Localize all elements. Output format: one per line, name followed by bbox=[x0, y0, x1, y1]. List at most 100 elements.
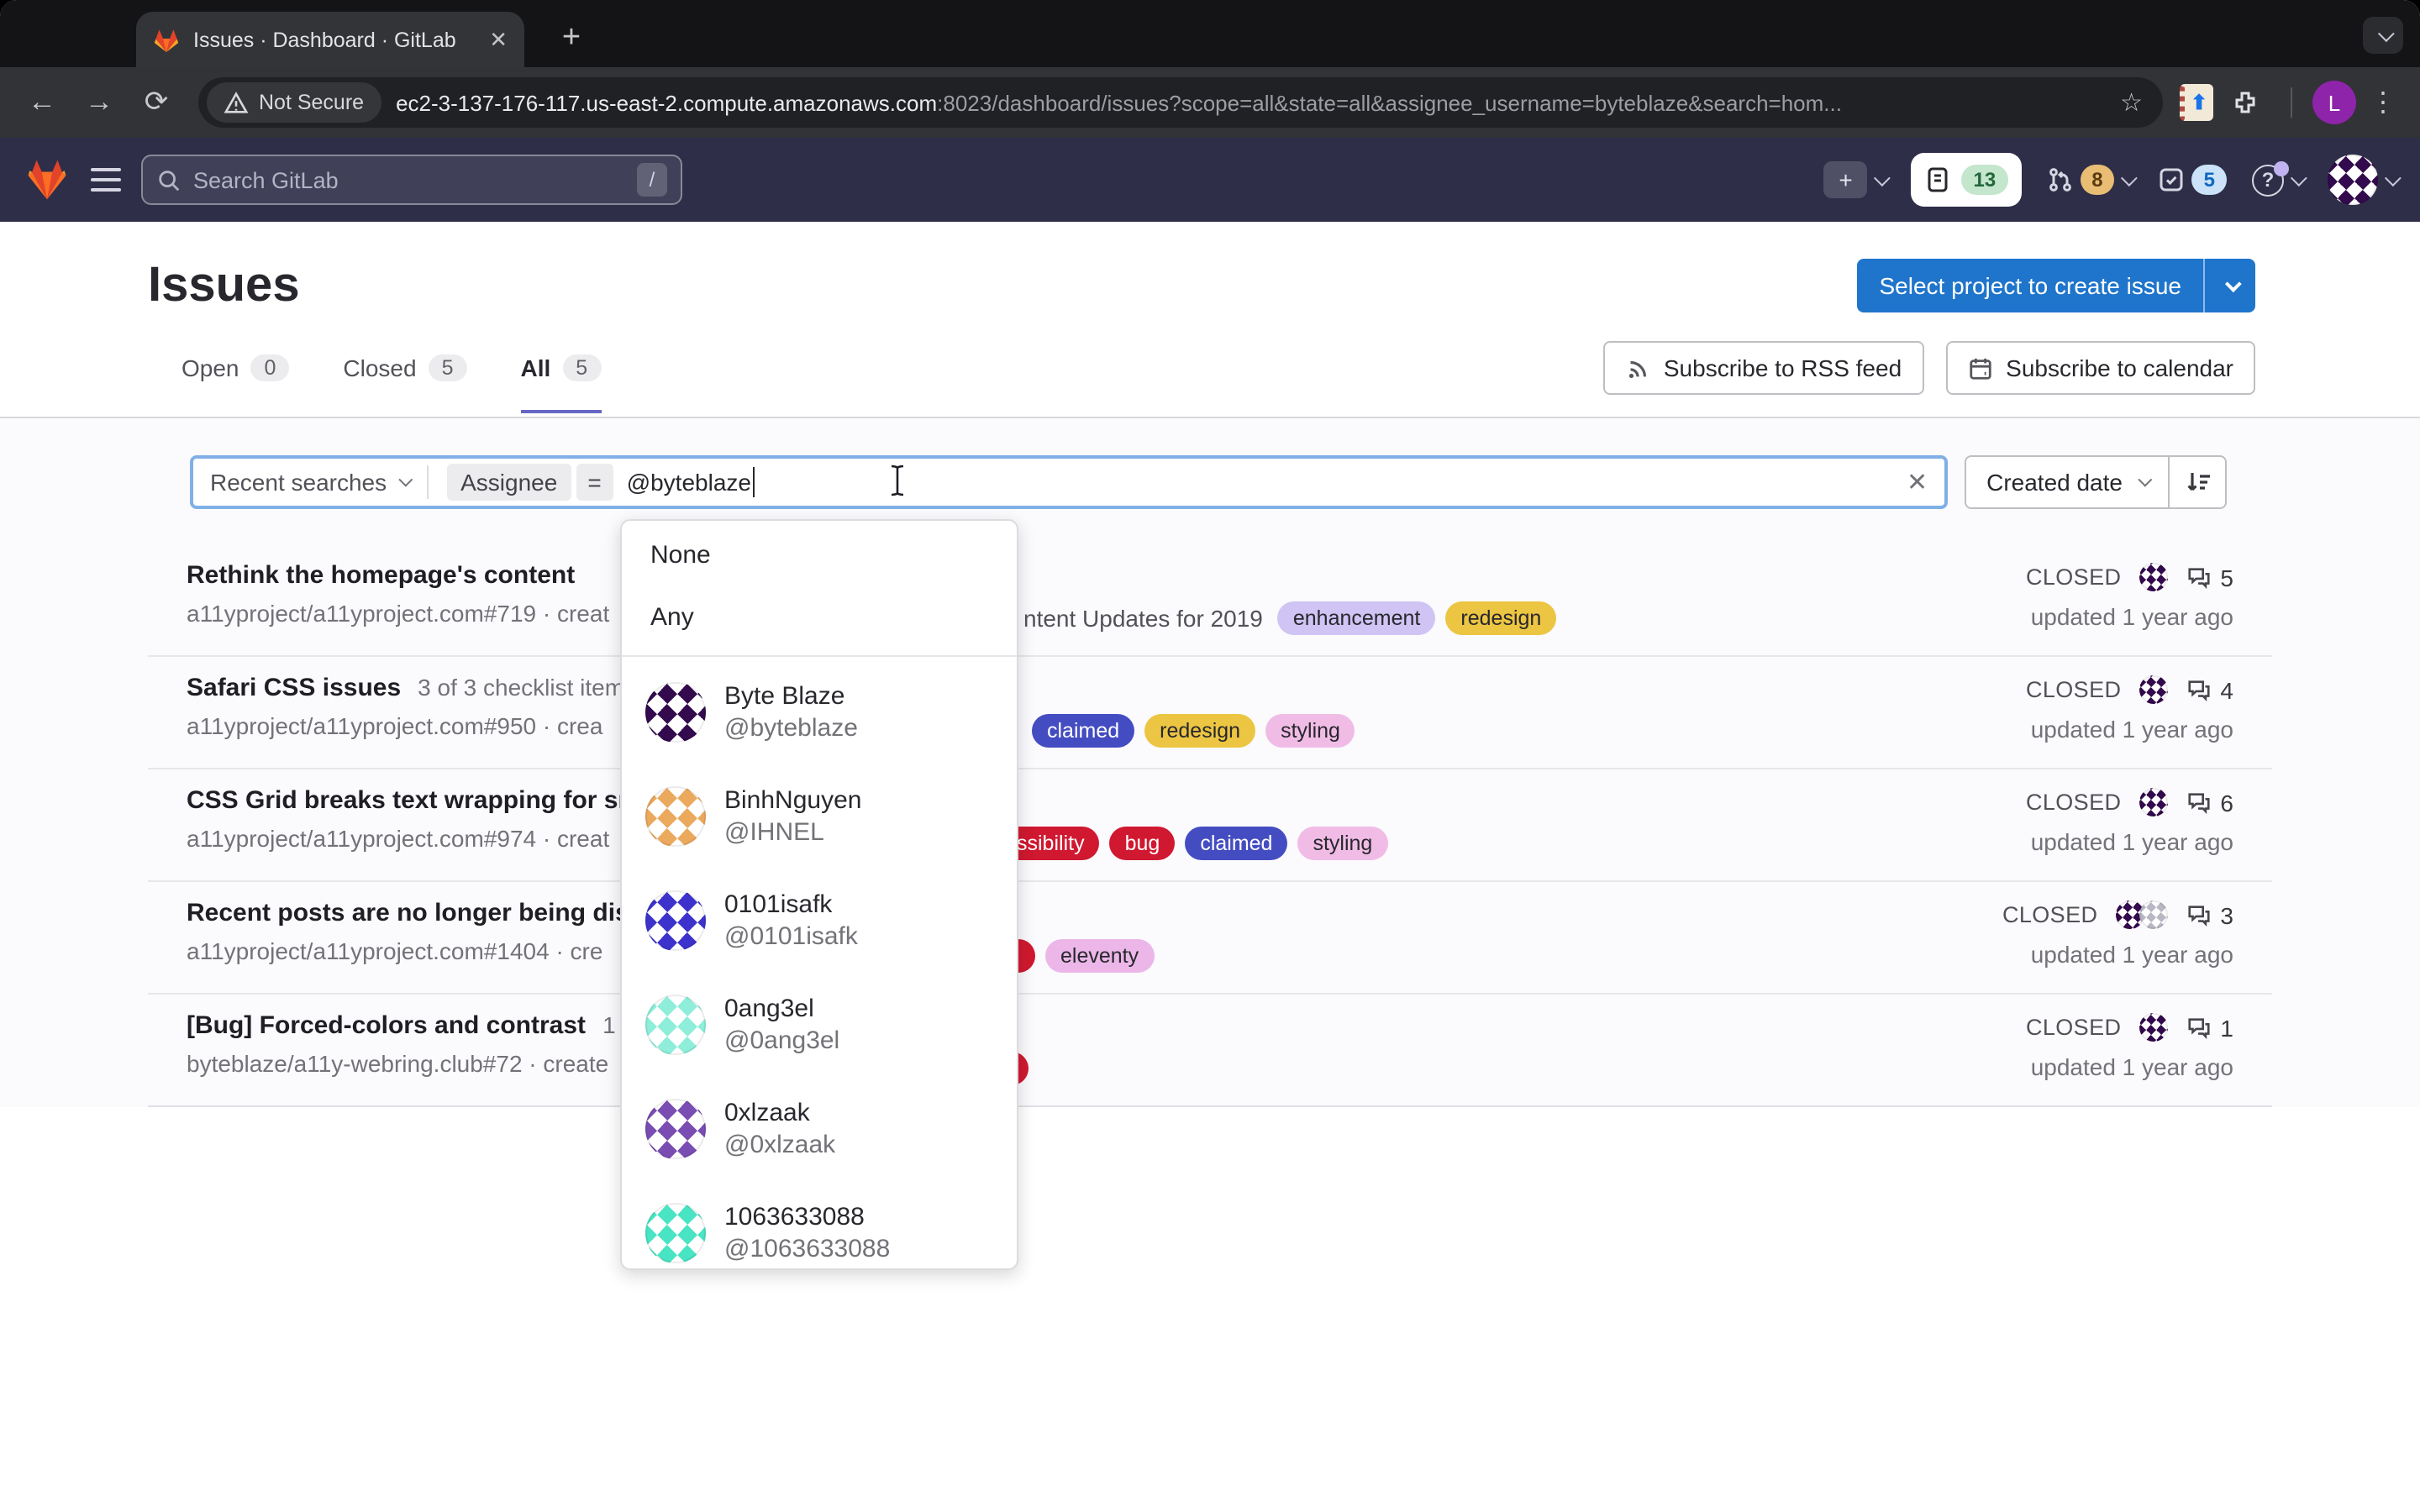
extension-icon[interactable]: ⬆ bbox=[2180, 84, 2213, 121]
gitlab-logo[interactable] bbox=[24, 156, 71, 203]
chevron-down-icon bbox=[2385, 169, 2402, 186]
issue-row[interactable]: [Bug] Forced-colors and contrast1 o byte… bbox=[148, 995, 2272, 1107]
issue-title[interactable]: [Bug] Forced-colors and contrast bbox=[187, 1011, 586, 1040]
assignee-avatars[interactable] bbox=[2116, 900, 2168, 929]
new-tab-button[interactable]: + bbox=[548, 15, 595, 62]
chevron-down-icon bbox=[2138, 473, 2152, 487]
comment-count-value: 4 bbox=[2220, 676, 2233, 703]
issue-title[interactable]: Recent posts are no longer being disp bbox=[187, 899, 644, 927]
recent-searches-dropdown[interactable]: Recent searches bbox=[210, 469, 408, 496]
label-pill[interactable]: eleventy bbox=[1045, 939, 1154, 973]
filter-token-name[interactable]: Assignee bbox=[447, 464, 571, 501]
tab-search-button[interactable] bbox=[2363, 17, 2403, 54]
sort-direction-button[interactable] bbox=[2170, 455, 2227, 509]
bookmark-star-icon[interactable]: ☆ bbox=[2120, 87, 2143, 118]
tab-closed[interactable]: Closed 5 bbox=[343, 323, 466, 413]
dropdown-user-item[interactable]: BinhNguyen @IHNEL bbox=[622, 764, 1017, 869]
nav-help-menu[interactable]: ? bbox=[2252, 164, 2302, 196]
label-pill[interactable]: bug bbox=[1110, 827, 1176, 860]
updated-timestamp: updated 1 year ago bbox=[2026, 1053, 2233, 1080]
dropdown-user-item[interactable]: 0xlzaak @0xlzaak bbox=[622, 1077, 1017, 1181]
dropdown-user-item[interactable]: 0ang3el @0ang3el bbox=[622, 973, 1017, 1077]
sort-field-dropdown[interactable]: Created date bbox=[1965, 455, 2170, 509]
extensions-puzzle-icon[interactable] bbox=[2220, 77, 2270, 128]
issue-title[interactable]: CSS Grid breaks text wrapping for sma bbox=[187, 786, 655, 815]
rss-button-label: Subscribe to RSS feed bbox=[1664, 354, 1902, 381]
menu-hamburger-icon[interactable] bbox=[91, 161, 121, 198]
dropdown-user-item[interactable]: 1063633088 @1063633088 bbox=[622, 1181, 1017, 1270]
subscribe-calendar-button[interactable]: Subscribe to calendar bbox=[1945, 341, 2255, 395]
tab-count-badge: 5 bbox=[562, 354, 601, 381]
mr-count-badge: 8 bbox=[2080, 165, 2114, 195]
nav-todos-button[interactable]: 5 bbox=[2159, 165, 2227, 195]
comments-count[interactable]: 5 bbox=[2186, 564, 2233, 591]
back-button[interactable]: ← bbox=[17, 77, 67, 128]
search-icon bbox=[156, 167, 182, 192]
forward-button[interactable]: → bbox=[74, 77, 124, 128]
updated-timestamp: updated 1 year ago bbox=[2026, 828, 2233, 855]
filter-token-operator[interactable]: = bbox=[576, 464, 613, 501]
create-new-menu[interactable]: + bbox=[1824, 161, 1886, 198]
dropdown-option-any[interactable]: Any bbox=[622, 591, 1017, 645]
chevron-down-icon bbox=[1874, 169, 1891, 186]
filtered-search-bar[interactable]: Recent searches Assignee = @byteblaze ✕ bbox=[190, 455, 1948, 509]
clear-filter-icon[interactable]: ✕ bbox=[1907, 467, 1928, 497]
issue-state-tabs: Open 0 Closed 5 All 5 Subscribe to RSS f… bbox=[0, 319, 2420, 418]
label-pill[interactable]: redesign bbox=[1144, 714, 1255, 748]
browser-menu-icon[interactable]: ⋮ bbox=[2363, 86, 2403, 119]
rss-icon bbox=[1625, 355, 1650, 381]
assignee-avatar[interactable] bbox=[2139, 675, 2168, 704]
address-bar[interactable]: Not Secure ec2-3-137-176-117.us-east-2.c… bbox=[198, 77, 2163, 128]
tab-close-icon[interactable]: ✕ bbox=[489, 26, 508, 53]
label-pill[interactable]: styling bbox=[1265, 714, 1355, 748]
subscribe-rss-button[interactable]: Subscribe to RSS feed bbox=[1603, 341, 1923, 395]
create-dropdown-toggle[interactable] bbox=[2205, 259, 2255, 312]
dropdown-user-item[interactable]: 0101isafk @0101isafk bbox=[622, 869, 1017, 973]
issue-row[interactable]: Rethink the homepage's content a11yproje… bbox=[148, 544, 2272, 657]
create-issue-split-button[interactable]: Select project to create issue bbox=[1857, 259, 2255, 312]
tab-open[interactable]: Open 0 bbox=[182, 323, 289, 413]
assignee-avatar[interactable] bbox=[2139, 563, 2168, 591]
comments-count[interactable]: 1 bbox=[2186, 1014, 2233, 1041]
issue-row[interactable]: Safari CSS issues3 of 3 checklist item a… bbox=[148, 657, 2272, 769]
comments-count[interactable]: 6 bbox=[2186, 789, 2233, 816]
comments-icon bbox=[2186, 564, 2212, 590]
comments-count[interactable]: 3 bbox=[2186, 901, 2233, 928]
label-pill[interactable]: enhancement bbox=[1278, 601, 1436, 635]
issues-list-section: Recent searches Assignee = @byteblaze ✕ … bbox=[0, 418, 2420, 1107]
nav-user-menu[interactable] bbox=[2328, 155, 2396, 205]
dropdown-user-item[interactable]: Byte Blaze @byteblaze bbox=[622, 660, 1017, 764]
filter-token-value[interactable]: @byteblaze bbox=[627, 469, 751, 496]
not-secure-chip[interactable]: Not Secure bbox=[207, 82, 381, 123]
user-avatar bbox=[645, 786, 706, 847]
dropdown-divider bbox=[622, 655, 1017, 657]
browser-tab[interactable]: Issues · Dashboard · GitLab ✕ bbox=[136, 12, 524, 67]
assignee-avatar[interactable] bbox=[2139, 788, 2168, 816]
status-badge: CLOSED bbox=[2002, 902, 2097, 927]
issue-title[interactable]: Rethink the homepage's content bbox=[187, 561, 575, 590]
text-cursor-pointer bbox=[887, 464, 908, 506]
user-username: @IHNEL bbox=[724, 816, 861, 848]
issue-row[interactable]: CSS Grid breaks text wrapping for sma a1… bbox=[148, 769, 2272, 882]
label-pill[interactable]: redesign bbox=[1445, 601, 1556, 635]
gitlab-search-box[interactable]: / bbox=[141, 155, 682, 205]
comments-icon bbox=[2186, 677, 2212, 702]
dropdown-option-none[interactable]: None bbox=[622, 529, 1017, 583]
plus-icon: + bbox=[1824, 161, 1868, 198]
search-input[interactable] bbox=[193, 167, 625, 192]
tab-all[interactable]: All 5 bbox=[521, 323, 602, 413]
label-pill[interactable]: claimed bbox=[1032, 714, 1134, 748]
nav-issues-button[interactable]: 13 bbox=[1912, 153, 2022, 207]
browser-profile-avatar[interactable]: L bbox=[2312, 81, 2356, 124]
label-pill[interactable]: claimed bbox=[1185, 827, 1287, 860]
comments-count[interactable]: 4 bbox=[2186, 676, 2233, 703]
nav-merge-requests-button[interactable]: 8 bbox=[2046, 165, 2133, 195]
merge-request-icon bbox=[2046, 166, 2073, 193]
reload-button[interactable]: ⟳ bbox=[131, 77, 182, 128]
select-project-button[interactable]: Select project to create issue bbox=[1857, 259, 2205, 312]
issue-title[interactable]: Safari CSS issues bbox=[187, 674, 401, 702]
issue-row[interactable]: Recent posts are no longer being disp a1… bbox=[148, 882, 2272, 995]
assignee-avatar[interactable] bbox=[2139, 1013, 2168, 1042]
label-pill[interactable]: styling bbox=[1297, 827, 1387, 860]
updated-timestamp: updated 1 year ago bbox=[2026, 603, 2233, 630]
